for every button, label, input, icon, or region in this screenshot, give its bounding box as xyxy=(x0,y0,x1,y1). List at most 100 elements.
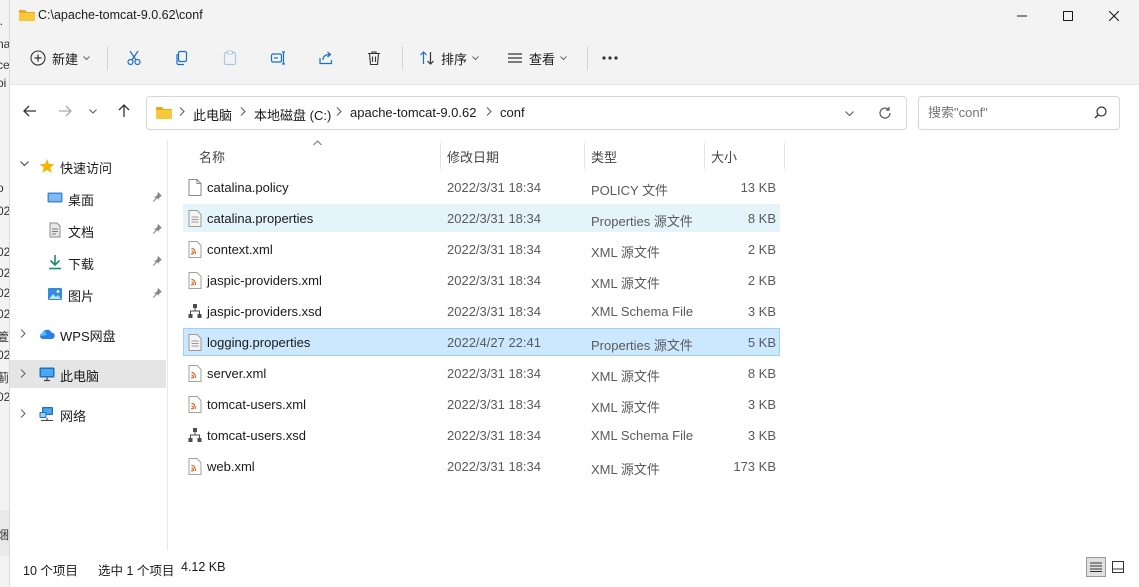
clipboard-icon xyxy=(223,50,237,66)
column-header-date[interactable]: 修改日期 xyxy=(447,147,499,166)
search-input[interactable] xyxy=(928,105,1088,120)
details-view-button[interactable] xyxy=(1086,557,1106,577)
file-size: 3 KB xyxy=(747,397,776,412)
file-type: XML Schema File xyxy=(591,428,694,443)
column-divider[interactable] xyxy=(784,143,785,169)
file-date: 2022/3/31 18:34 xyxy=(447,211,541,226)
rename-button[interactable] xyxy=(262,42,294,74)
file-name: context.xml xyxy=(207,242,273,257)
up-button[interactable] xyxy=(110,97,138,125)
file-row[interactable]: tomcat-users.xml 2022/3/31 18:34 XML 源文件 3 … xyxy=(183,390,780,418)
nav-item-quick-access[interactable]: 快速访问 xyxy=(10,152,166,180)
nav-item-network[interactable]: 网络 xyxy=(10,400,166,428)
file-row[interactable]: catalina.properties 2022/3/31 18:34 Proper… xyxy=(183,204,780,232)
chevron-right-icon xyxy=(240,107,246,116)
chevron-down-icon xyxy=(89,108,97,114)
file-name: server.xml xyxy=(207,366,267,381)
file-row[interactable]: jaspic-providers.xsd 2022/3/31 18:34 XML S… xyxy=(183,297,780,325)
refresh-icon[interactable] xyxy=(878,106,892,120)
delete-button[interactable] xyxy=(358,42,390,74)
address-bar[interactable]: 此电脑 本地磁盘 (C:) apache-tomcat-9.0.62 conf xyxy=(146,96,907,130)
search-icon xyxy=(1094,106,1107,119)
sort-button[interactable]: 排序 xyxy=(412,42,486,74)
star-icon xyxy=(39,159,55,173)
file-date: 2022/3/31 18:34 xyxy=(447,304,541,319)
file-size: 3 KB xyxy=(747,304,776,319)
file-row[interactable]: catalina.policy 2022/3/31 18:34 POLICY 文件 1… xyxy=(183,173,780,201)
window-title: C:\apache-tomcat-9.0.62\conf xyxy=(38,8,203,22)
file-row[interactable]: jaspic-providers.xml 2022/3/31 18:34 XML 源… xyxy=(183,266,780,294)
column-header-size[interactable]: 大小 xyxy=(711,147,737,166)
file-size: 2 KB xyxy=(747,273,776,288)
chevron-down-icon[interactable] xyxy=(845,111,854,116)
file-row[interactable]: server.xml 2022/3/31 18:34 XML 源文件 8 KB xyxy=(183,359,780,387)
breadcrumb-conf[interactable]: conf xyxy=(500,105,525,120)
title-bar[interactable]: C:\apache-tomcat-9.0.62\conf xyxy=(10,0,1139,32)
nav-label-pictures: 图片 xyxy=(68,289,95,304)
xml-file-icon xyxy=(188,365,202,382)
download-icon xyxy=(49,255,61,270)
breadcrumb-this-pc[interactable]: 此电脑 xyxy=(193,105,232,124)
nav-label-downloads: 下载 xyxy=(68,257,95,272)
back-button[interactable] xyxy=(16,97,44,125)
chevron-right-icon xyxy=(20,369,26,378)
nav-item-downloads[interactable]: 下载 xyxy=(10,248,166,276)
column-divider[interactable] xyxy=(704,143,705,169)
paste-button[interactable] xyxy=(214,42,246,74)
file-type: XML 源文件 xyxy=(591,400,660,415)
nav-label-network: 网络 xyxy=(60,409,87,424)
desktop-icon xyxy=(47,192,63,203)
forward-button[interactable] xyxy=(51,97,79,125)
navigation-row: 此电脑 本地磁盘 (C:) apache-tomcat-9.0.62 conf xyxy=(10,85,1139,140)
file-row[interactable]: tomcat-users.xsd 2022/3/31 18:34 XML Schem… xyxy=(183,421,780,449)
navigation-pane: 快速访问 桌面 文档 下载 图片 WPS网盘 此电脑 网络 xyxy=(10,140,168,550)
close-icon xyxy=(1109,11,1119,21)
chevron-right-icon xyxy=(179,107,185,116)
share-icon xyxy=(319,51,333,65)
view-button[interactable]: 查看 xyxy=(500,42,574,74)
column-divider[interactable] xyxy=(584,143,585,169)
column-divider[interactable] xyxy=(440,143,441,169)
file-date: 2022/3/31 18:34 xyxy=(447,242,541,257)
selection-size: 4.12 KB xyxy=(181,560,226,574)
nav-item-pictures[interactable]: 图片 xyxy=(10,280,166,308)
item-count: 10 个项目 xyxy=(23,564,78,578)
xml-file-icon xyxy=(188,272,202,289)
recent-locations-button[interactable] xyxy=(83,97,103,125)
file-row[interactable]: web.xml 2022/3/31 18:34 XML 源文件 173 KB xyxy=(183,452,780,480)
breadcrumb-local-disk[interactable]: 本地磁盘 (C:) xyxy=(254,105,331,124)
copy-button[interactable] xyxy=(166,42,198,74)
minimize-button[interactable] xyxy=(999,0,1045,32)
selection-count: 选中 1 个项目 xyxy=(98,564,175,578)
nav-item-wps[interactable]: WPS网盘 xyxy=(10,320,166,348)
more-options-button[interactable] xyxy=(594,42,626,74)
background-window: l.nace oi:o 020202 0202箮 02蓟02 焑 xyxy=(0,0,9,587)
file-row[interactable]: context.xml 2022/3/31 18:34 XML 源文件 2 KB xyxy=(183,235,780,263)
cut-button[interactable] xyxy=(118,42,150,74)
column-header-type[interactable]: 类型 xyxy=(591,147,617,166)
chevron-right-icon xyxy=(20,409,26,418)
maximize-button[interactable] xyxy=(1045,0,1091,32)
toolbar-separator xyxy=(402,46,403,70)
nav-label-desktop: 桌面 xyxy=(68,193,95,208)
sort-ascending-icon xyxy=(313,140,322,146)
more-icon xyxy=(602,56,618,60)
file-size: 8 KB xyxy=(747,366,776,381)
nav-item-this-pc[interactable]: 此电脑 xyxy=(10,360,166,388)
file-size: 173 KB xyxy=(733,459,776,474)
search-box[interactable] xyxy=(918,96,1120,130)
new-button[interactable]: 新建 xyxy=(24,42,96,74)
nav-item-desktop[interactable]: 桌面 xyxy=(10,184,166,212)
chevron-right-icon xyxy=(486,107,492,116)
breadcrumb-tomcat[interactable]: apache-tomcat-9.0.62 xyxy=(350,105,476,120)
list-view-icon xyxy=(507,53,522,63)
schema-file-icon xyxy=(188,428,202,442)
share-button[interactable] xyxy=(310,42,342,74)
close-button[interactable] xyxy=(1091,0,1137,32)
nav-label-this-pc: 此电脑 xyxy=(60,369,100,384)
nav-item-documents[interactable]: 文档 xyxy=(10,216,166,244)
chevron-down-icon xyxy=(560,55,567,60)
column-header-name[interactable]: 名称 xyxy=(199,147,225,166)
tiles-view-button[interactable] xyxy=(1108,557,1128,577)
file-row[interactable]: logging.properties 2022/4/27 22:41 Propert… xyxy=(183,328,780,356)
